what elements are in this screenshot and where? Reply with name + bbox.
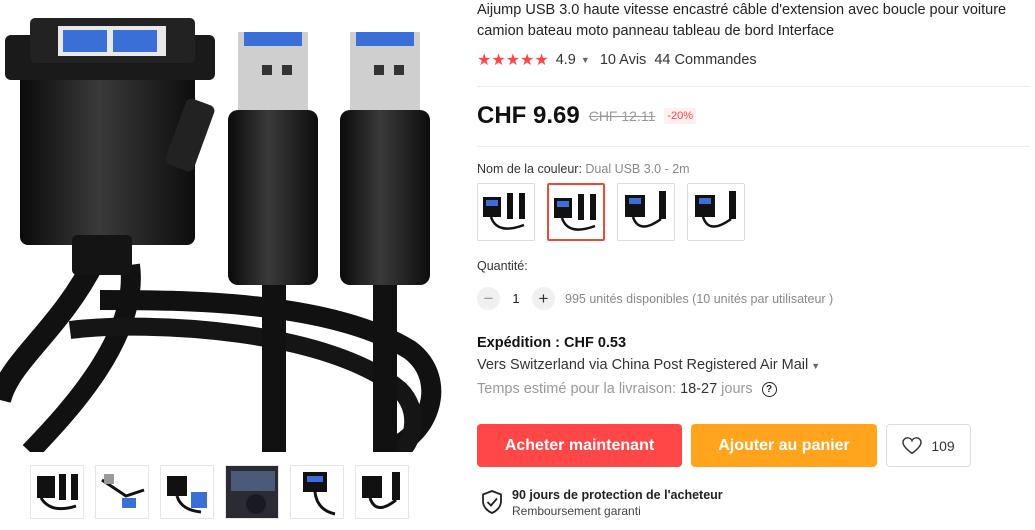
current-price: CHF 9.69 <box>477 102 580 129</box>
thumbnail-1[interactable] <box>30 465 84 519</box>
color-selected-value: Dual USB 3.0 - 2m <box>585 162 690 176</box>
shipping-route[interactable]: Vers Switzerland via China Post Register… <box>477 357 808 373</box>
heart-icon <box>902 436 923 454</box>
shipping-cost: Expédition : CHF 0.53 <box>477 335 627 351</box>
color-option-4[interactable] <box>687 183 745 241</box>
decrease-quantity-button[interactable]: − <box>477 287 500 310</box>
stock-availability: 995 unités disponibles (10 unités par ut… <box>565 291 834 306</box>
quantity-input[interactable]: 1 <box>500 291 532 306</box>
add-to-cart-button[interactable]: Ajouter au panier <box>691 424 877 467</box>
color-label: Nom de la couleur: Dual USB 3.0 - 2m <box>477 162 690 176</box>
quantity-stepper: − 1 + 995 unités disponibles (10 unités … <box>477 287 833 310</box>
wishlist-count: 109 <box>931 437 955 454</box>
usb-cable-image <box>0 18 442 452</box>
color-option-1[interactable] <box>477 183 535 241</box>
thumbnail-5[interactable] <box>290 465 344 519</box>
action-buttons: Acheter maintenant Ajouter au panier 109 <box>477 424 971 467</box>
color-label-text: Nom de la couleur: <box>477 162 586 176</box>
wishlist-button[interactable]: 109 <box>886 424 971 467</box>
divider <box>477 146 1030 147</box>
rating-row: ★★★★★ 4.9 ▼ 10 Avis 44 Commandes <box>477 50 757 70</box>
original-price: CHF 12.11 <box>588 108 656 124</box>
reviews-link[interactable]: 10 Avis <box>600 52 647 68</box>
chevron-down-icon[interactable]: ▼ <box>581 55 590 65</box>
thumbnail-4[interactable] <box>225 465 279 519</box>
chevron-down-icon[interactable]: ▼ <box>811 361 820 371</box>
discount-badge: -20% <box>664 108 697 124</box>
help-icon[interactable]: ? <box>761 381 777 397</box>
buyer-protection: 90 jours de protection de l'acheteur Rem… <box>482 488 723 519</box>
star-rating-icon: ★★★★★ <box>477 52 549 69</box>
buyer-protection-title: 90 jours de protection de l'acheteur <box>512 488 723 502</box>
delivery-unit: jours <box>721 381 753 397</box>
thumbnail-6[interactable] <box>355 465 409 519</box>
orders-count: 44 Commandes <box>654 52 757 68</box>
buyer-protection-subtitle: Remboursement garanti <box>512 504 641 518</box>
product-title: Aijump USB 3.0 haute vitesse encastré câ… <box>477 2 1007 39</box>
color-option-2-selected[interactable] <box>547 183 605 241</box>
shipping-method-selector[interactable]: Vers Switzerland via China Post Register… <box>477 357 820 373</box>
delivery-estimate: Temps estimé pour la livraison: 18-27 jo… <box>477 381 777 397</box>
quantity-label: Quantité: <box>477 259 528 273</box>
buy-now-button[interactable]: Acheter maintenant <box>477 424 682 467</box>
color-swatches <box>477 183 745 241</box>
main-product-image[interactable] <box>0 0 444 452</box>
delivery-estimate-label: Temps estimé pour la livraison: <box>477 381 677 397</box>
thumbnail-2[interactable] <box>95 465 149 519</box>
buyer-protection-text: 90 jours de protection de l'acheteur Rem… <box>512 488 723 519</box>
shield-check-icon <box>482 490 502 514</box>
price-row: CHF 9.69 CHF 12.11 -20% <box>477 102 697 130</box>
increase-quantity-button[interactable]: + <box>532 287 555 310</box>
color-option-3[interactable] <box>617 183 675 241</box>
delivery-days: 18-27 <box>680 381 718 397</box>
divider <box>477 86 1030 87</box>
rating-value[interactable]: 4.9 <box>556 52 576 68</box>
thumbnail-strip <box>30 465 409 519</box>
thumbnail-3[interactable] <box>160 465 214 519</box>
